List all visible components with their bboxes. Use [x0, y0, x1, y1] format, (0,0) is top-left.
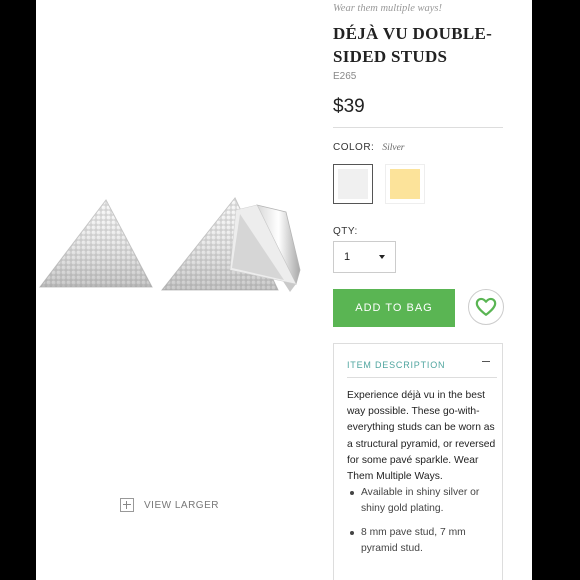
color-selected-value: Silver	[382, 143, 405, 153]
plus-icon	[120, 498, 134, 512]
qty-select[interactable]: 1	[333, 241, 396, 273]
product-price: $39	[333, 96, 365, 117]
divider	[333, 127, 503, 128]
swatch-gold[interactable]	[385, 164, 425, 204]
favorite-button[interactable]	[468, 289, 504, 325]
description-bullets: Available in shiny silver or shiny gold …	[347, 485, 497, 557]
chevron-down-icon	[379, 255, 385, 259]
list-item: Available in shiny silver or shiny gold …	[347, 485, 497, 517]
collapse-toggle[interactable]	[476, 354, 496, 370]
product-tagline: Wear them multiple ways!	[333, 3, 442, 14]
product-image[interactable]: VIEW LARGER	[36, 0, 326, 580]
color-row: COLOR: Silver	[333, 142, 405, 153]
swatch-silver[interactable]	[333, 164, 373, 204]
list-item: 8 mm pave stud, 7 mm pyramid stud.	[347, 525, 497, 557]
view-larger-label: VIEW LARGER	[144, 499, 219, 511]
qty-label: QTY:	[333, 226, 358, 237]
view-larger-link[interactable]: VIEW LARGER	[120, 498, 219, 512]
heart-icon	[475, 297, 497, 316]
minus-icon	[482, 361, 490, 362]
item-description-header[interactable]: ITEM DESCRIPTION	[347, 360, 445, 370]
qty-value: 1	[344, 251, 351, 263]
item-description-body: Experience déjà vu in the best way possi…	[347, 377, 497, 564]
product-title: DÉJÀ VU DOUBLE-SIDED STUDS	[333, 24, 493, 66]
color-label: COLOR:	[333, 142, 375, 153]
swatch-silver-fill	[338, 169, 368, 199]
item-description-panel: ITEM DESCRIPTION Experience déjà vu in t…	[333, 343, 503, 580]
swatch-gold-fill	[390, 169, 420, 199]
product-page: VIEW LARGER Wear them multiple ways! DÉJ…	[36, 0, 532, 580]
product-sku: E265	[333, 71, 357, 82]
earrings-image	[38, 197, 301, 292]
add-to-bag-button[interactable]: ADD TO BAG	[333, 289, 455, 327]
description-text: Experience déjà vu in the best way possi…	[347, 390, 496, 483]
